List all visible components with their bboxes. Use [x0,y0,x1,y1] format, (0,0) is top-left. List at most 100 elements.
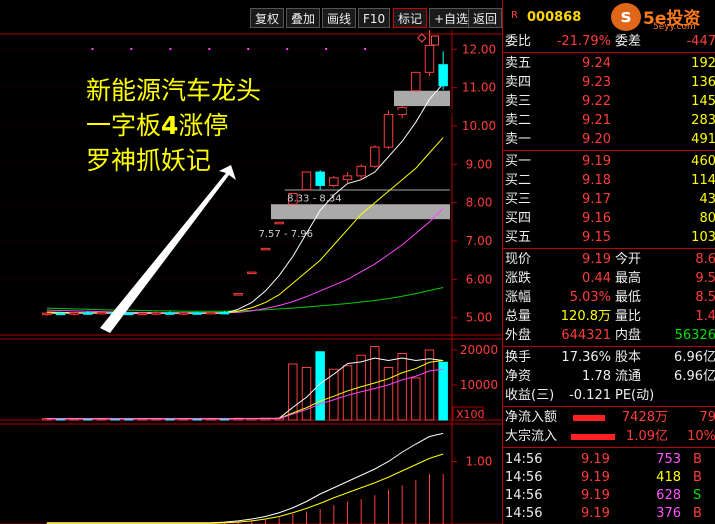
candle-body [178,312,189,315]
flow-label: 大宗流入 [505,429,558,444]
ask-label: 卖一 [505,132,532,147]
stat-row[interactable]: 涨跌 0.44 最高 9.5 [503,269,715,288]
ma20-line [46,208,444,314]
fundamental-row[interactable]: 收益(三) -0.121 PE(动) [503,386,715,405]
flow-ratio: 79 [699,410,715,425]
f10-button[interactable]: F10 [358,8,391,28]
stat-label: 最高 [615,271,642,286]
stat-value: 644321 [561,328,611,343]
candle-body [206,311,216,315]
logo-subtext: 5eyy.com [653,22,696,32]
volume-ma5-line [46,357,444,420]
price-tick-label: 9.00 [466,157,493,171]
ask-label: 卖三 [505,94,532,109]
ask-volume: 136 [691,75,715,90]
tick-volume: 376 [656,506,681,521]
candle-body [424,45,435,73]
stat-label: 流通 [615,369,642,384]
stat-value: 1.78 [582,369,611,384]
ask-price: 9.20 [582,132,611,147]
divider [503,150,715,151]
ask-row[interactable]: 卖二 9.21 283 [503,111,715,130]
volume-ma20-line [46,368,444,420]
divider [503,406,715,407]
divider [503,52,715,53]
tick-volume: 418 [656,470,681,485]
candle-body [42,312,52,316]
weibi-row[interactable]: 委比 -21.79% 委差 -447 [503,32,715,51]
price-tick-label: 7.00 [466,234,493,248]
volume-bar [397,353,407,421]
5e-logo-icon: s [611,3,641,31]
bid-label: 买四 [505,211,532,226]
candle-body [83,312,93,315]
stat-row[interactable]: 涨幅 5.03% 最低 8.5 [503,288,715,307]
bid-row[interactable]: 买一 9.19 460 [503,152,715,171]
ask-row[interactable]: 卖四 9.23 136 [503,73,715,92]
flow-label: 净流入额 [505,410,558,425]
bid-volume: 80 [699,211,715,226]
flow-row[interactable]: 大宗流入 1.09亿 10% [503,427,715,446]
chart-toolbar: 复权 叠加 画线 F10 标记 +自选 返回 [0,0,502,30]
add-watchlist-button[interactable]: +自选 [429,8,474,28]
weicha-value: -447 [686,34,715,49]
tick-side: S [693,488,702,503]
stat-label: 外盘 [505,328,532,343]
tick-row[interactable]: 14:56 9.19 753 B [503,450,715,469]
bid-row[interactable]: 买五 9.15 103 [503,228,715,247]
bid-row[interactable]: 买三 9.17 43 [503,190,715,209]
fundamental-row[interactable]: 换手 17.36% 股本 6.96亿 [503,348,715,367]
ask-row[interactable]: 卖五 9.24 192 [503,54,715,73]
stat-row[interactable]: 现价 9.19 今开 8.6 [503,250,715,269]
stat-row[interactable]: 外盘 644321 内盘 56326 [503,326,715,345]
flow-bar [573,415,605,421]
tick-price: 9.19 [581,470,610,485]
bid-row[interactable]: 买二 9.18 114 [503,171,715,190]
fundamental-row[interactable]: 净资 1.78 流通 6.96亿 [503,367,715,386]
volume-bar [342,365,353,421]
stat-label: 内盘 [615,328,642,343]
flow-row[interactable]: 净流入额 7428万 79 [503,408,715,427]
back-button[interactable]: 返回 [468,8,502,28]
stat-row[interactable]: 总量 120.8万 量比 1.4 [503,307,715,326]
flow-ratio: 10% [687,429,715,444]
candle-body [192,312,202,315]
restore-rights-button[interactable]: 复权 [250,8,285,28]
tick-row[interactable]: 14:56 9.19 628 S [503,486,715,505]
bid-price: 9.18 [582,173,611,188]
stat-value: 5.03% [569,290,611,305]
caption-line-2-post: 涨停 [178,111,229,140]
bid-volume: 460 [691,154,715,169]
stat-value: 120.8万 [560,309,611,324]
candle-body [219,311,230,315]
stat-label: 股本 [615,350,642,365]
candle-body [342,175,353,181]
candle-body [411,71,421,92]
square-icon [431,35,439,46]
marker-dot [364,48,367,50]
gap-band [270,204,450,220]
ask-row[interactable]: 卖三 9.22 145 [503,92,715,111]
volume-tick-label: 10000 [460,378,498,392]
draw-line-button[interactable]: 画线 [322,8,357,28]
divider [503,447,715,448]
overlay-button[interactable]: 叠加 [286,8,321,28]
weicha-label: 委差 [615,34,642,49]
marker-dot [208,48,211,50]
stat-label: 量比 [615,309,642,324]
candle-body [151,312,161,315]
marker-dot [247,48,250,50]
tick-row[interactable]: 14:56 9.19 418 B [503,468,715,487]
marker-dot [325,48,328,50]
marker-dot [169,48,172,50]
volume-bar [438,361,448,421]
ask-row[interactable]: 卖一 9.20 491 [503,130,715,149]
caption-line-2-num: 4 [161,111,179,140]
stat-value: 8.5 [695,290,715,305]
tick-row[interactable]: 14:56 9.19 376 B [503,504,715,523]
caption-line-3: 罗神抓妖记 [86,146,212,175]
stat-label: 涨幅 [505,290,532,305]
bid-row[interactable]: 买四 9.16 80 [503,209,715,228]
tick-time: 14:56 [505,506,543,521]
mark-button[interactable]: 标记 [393,8,428,28]
